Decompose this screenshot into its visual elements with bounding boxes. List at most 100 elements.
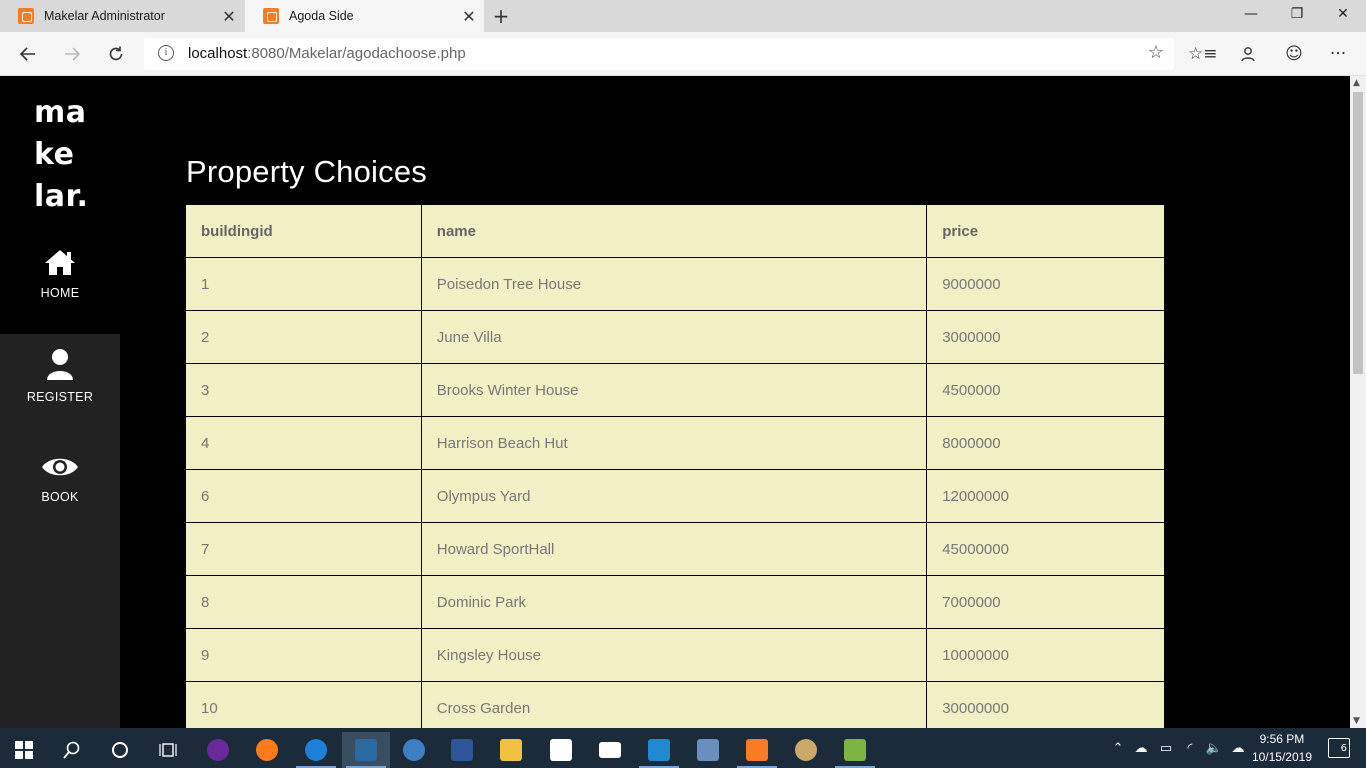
cell-name: Brooks Winter House bbox=[420, 363, 928, 417]
task-view-icon bbox=[159, 743, 177, 757]
cell-buildingid: 1 bbox=[185, 257, 422, 311]
cell-buildingid: 8 bbox=[185, 575, 422, 629]
taskbar-app-explorer[interactable] bbox=[487, 732, 535, 768]
sidebar-item-label: BOOK bbox=[41, 490, 79, 504]
search-icon bbox=[63, 741, 80, 759]
tab-makelar-administrator[interactable]: Makelar Administrator ✕ bbox=[0, 0, 244, 32]
taskbar-app-edge[interactable] bbox=[292, 732, 340, 768]
cloud-sync-icon[interactable]: ☁ bbox=[1226, 741, 1250, 756]
taskbar-app-dev[interactable] bbox=[342, 732, 390, 768]
taskbar-app-firefox[interactable] bbox=[243, 732, 291, 768]
table-row: 9 Kingsley House 10000000 bbox=[185, 628, 1165, 682]
sidebar-item-register[interactable]: REGISTER bbox=[0, 348, 120, 404]
table-row: 3 Brooks Winter House 4500000 bbox=[185, 363, 1165, 417]
more-menu-icon[interactable]: ··· bbox=[1324, 40, 1352, 68]
address-bar-area: i localhost:8080/Makelar/agodachoose.php… bbox=[0, 32, 1366, 76]
tab-agoda-side[interactable]: Agoda Side ✕ bbox=[245, 0, 484, 32]
taskbar-app-podcast[interactable] bbox=[194, 732, 242, 768]
cell-name: Dominic Park bbox=[420, 575, 928, 629]
taskbar-app-vscode[interactable] bbox=[635, 732, 683, 768]
table-row: 7 Howard SportHall 45000000 bbox=[185, 522, 1165, 576]
taskbar-clock[interactable]: 9:56 PM 10/15/2019 bbox=[1252, 730, 1312, 766]
back-button[interactable] bbox=[14, 40, 42, 68]
cell-price: 9000000 bbox=[926, 257, 1165, 311]
paint-palette-icon bbox=[795, 739, 817, 761]
table-row: 4 Harrison Beach Hut 8000000 bbox=[185, 416, 1165, 470]
taskbar-app-paint[interactable] bbox=[782, 732, 830, 768]
xampp-favicon-icon bbox=[263, 8, 279, 24]
makelar-logo[interactable]: ma ke lar. bbox=[34, 92, 88, 218]
sidebar-item-book[interactable]: BOOK bbox=[0, 454, 120, 504]
cortana-button[interactable] bbox=[96, 732, 144, 768]
cell-name: Harrison Beach Hut bbox=[420, 416, 928, 470]
cell-price: 12000000 bbox=[926, 469, 1165, 523]
cell-price: 7000000 bbox=[926, 575, 1165, 629]
cell-buildingid: 10 bbox=[185, 681, 422, 728]
sidebar-item-home[interactable]: HOME bbox=[0, 248, 120, 300]
task-view-button[interactable] bbox=[144, 732, 192, 768]
page-title: Property Choices bbox=[186, 154, 427, 189]
url-field[interactable]: i localhost:8080/Makelar/agodachoose.php… bbox=[144, 38, 1174, 70]
search-button[interactable] bbox=[48, 732, 96, 768]
word-icon bbox=[451, 739, 473, 761]
taskbar-app-word[interactable] bbox=[438, 732, 486, 768]
url-text[interactable]: localhost:8080/Makelar/agodachoose.php bbox=[188, 45, 466, 62]
new-tab-button[interactable]: + bbox=[488, 3, 514, 29]
taskbar-app-xampp[interactable] bbox=[733, 732, 781, 768]
table-row: 6 Olympus Yard 12000000 bbox=[185, 469, 1165, 523]
restore-button[interactable]: ❐ bbox=[1274, 0, 1320, 32]
forward-button[interactable] bbox=[58, 40, 86, 68]
close-window-button[interactable]: ✕ bbox=[1320, 0, 1366, 32]
tab-strip: Makelar Administrator ✕ Agoda Side ✕ + —… bbox=[0, 0, 1366, 32]
taskbar-app-network[interactable] bbox=[684, 732, 732, 768]
cell-name: Olympus Yard bbox=[420, 469, 928, 523]
cell-price: 10000000 bbox=[926, 628, 1165, 682]
battery-icon[interactable]: ▭ bbox=[1154, 741, 1178, 756]
close-icon[interactable]: ✕ bbox=[454, 7, 484, 26]
cell-name: Howard SportHall bbox=[420, 522, 928, 576]
cell-name: Cross Garden bbox=[420, 681, 928, 728]
cell-buildingid: 4 bbox=[185, 416, 422, 470]
favorite-star-icon[interactable]: ☆ bbox=[1148, 42, 1164, 63]
taskbar-app-charts[interactable] bbox=[831, 732, 879, 768]
store-bag-icon bbox=[550, 739, 572, 761]
windows-logo-icon bbox=[15, 741, 33, 759]
taskbar-app-mail[interactable] bbox=[586, 732, 634, 768]
tab-title: Makelar Administrator bbox=[44, 9, 165, 23]
cell-buildingid: 6 bbox=[185, 469, 422, 523]
wifi-icon[interactable]: ◜ bbox=[1178, 741, 1202, 756]
mail-icon bbox=[599, 742, 621, 758]
notification-count: 6 bbox=[1340, 743, 1347, 754]
home-icon bbox=[45, 250, 75, 275]
onedrive-cloud-icon[interactable]: ☁ bbox=[1128, 741, 1154, 756]
page-content: ma ke lar. HOME REGISTER BOOK Property C… bbox=[0, 76, 1350, 728]
system-tray: ⌃ ☁ ▭ ◜ 🔈 ☁ bbox=[1108, 728, 1250, 768]
profile-icon[interactable] bbox=[1234, 40, 1262, 68]
xampp-icon bbox=[746, 739, 768, 761]
refresh-button[interactable] bbox=[102, 40, 130, 68]
cell-buildingid: 9 bbox=[185, 628, 422, 682]
vertical-scrollbar[interactable]: ▲ ▼ bbox=[1350, 76, 1366, 728]
cell-price: 8000000 bbox=[926, 416, 1165, 470]
chevron-up-icon[interactable]: ⌃ bbox=[1108, 741, 1128, 756]
scroll-thumb[interactable] bbox=[1353, 92, 1363, 374]
feedback-smiley-icon[interactable]: ☺ bbox=[1280, 40, 1308, 68]
taskbar-app-store[interactable] bbox=[537, 732, 585, 768]
edge-icon bbox=[305, 739, 327, 761]
start-button[interactable] bbox=[0, 732, 48, 768]
tab-title: Agoda Side bbox=[289, 9, 354, 23]
minimize-button[interactable]: — bbox=[1228, 0, 1274, 32]
volume-icon[interactable]: 🔈 bbox=[1202, 741, 1226, 756]
favorites-list-icon[interactable]: ☆≡ bbox=[1188, 40, 1217, 68]
taskbar-app-can[interactable] bbox=[390, 732, 438, 768]
notification-center-icon[interactable]: 6 bbox=[1328, 738, 1350, 758]
close-icon[interactable]: ✕ bbox=[214, 7, 244, 26]
xampp-favicon-icon bbox=[18, 8, 34, 24]
can-app-icon bbox=[403, 739, 425, 761]
cell-name: Kingsley House bbox=[420, 628, 928, 682]
folder-icon bbox=[500, 739, 522, 761]
cortana-circle-icon bbox=[112, 742, 128, 758]
scroll-down-arrow-icon[interactable]: ▼ bbox=[1353, 716, 1360, 726]
info-icon[interactable]: i bbox=[158, 45, 174, 61]
scroll-up-arrow-icon[interactable]: ▲ bbox=[1353, 78, 1360, 88]
